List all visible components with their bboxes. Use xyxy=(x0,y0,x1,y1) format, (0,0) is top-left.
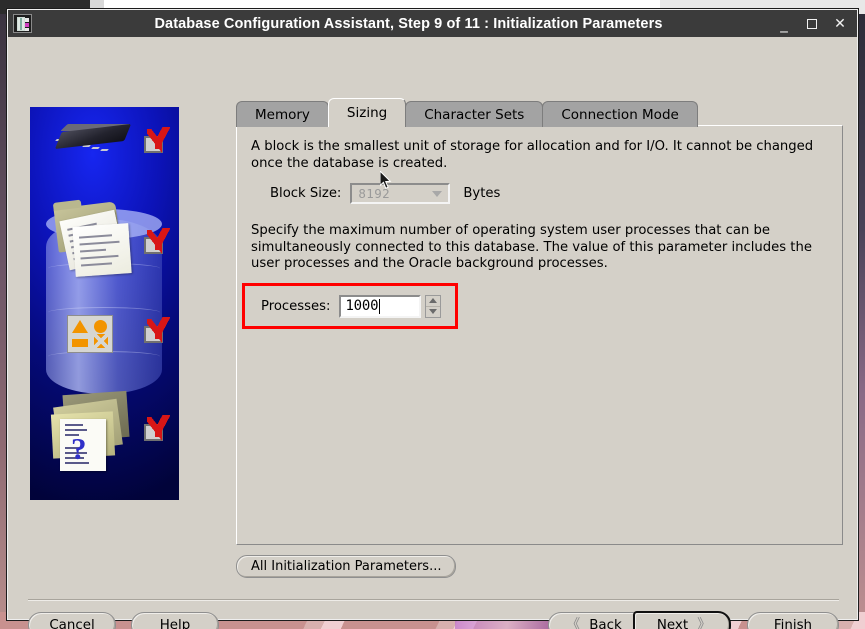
tab-sizing[interactable]: Sizing xyxy=(327,98,407,127)
content-row: ? Memory Sizing Character Sets Connectio… xyxy=(8,37,857,619)
title-bar: Database Configuration Assistant, Step 9… xyxy=(8,10,857,37)
back-button[interactable]: 《 Back xyxy=(548,612,644,629)
sidebar: ? xyxy=(8,37,183,619)
app-icon-square-1 xyxy=(25,18,29,22)
processes-input[interactable]: 1000 xyxy=(339,294,422,318)
desktop-background-right xyxy=(857,14,865,629)
processes-description: Specify the maximum number of operating … xyxy=(251,223,812,271)
next-button-label: Next xyxy=(657,618,688,629)
checkmark-icon-1 xyxy=(144,127,170,153)
window-title: Database Configuration Assistant, Step 9… xyxy=(154,15,663,32)
processes-label: Processes: xyxy=(261,298,331,314)
finish-label-rest: inish xyxy=(780,617,813,629)
tab-sizing-label: Sizing xyxy=(346,105,388,121)
block-size-dropdown: 8192 xyxy=(350,183,451,204)
app-icon-chip xyxy=(17,17,25,31)
finish-button-label: Finish xyxy=(774,618,812,629)
block-size-units: Bytes xyxy=(463,186,501,201)
cross-shape xyxy=(94,334,108,348)
processes-row: Processes: 1000 xyxy=(242,283,458,329)
chevron-right-icon: 》 xyxy=(697,617,712,629)
tab-memory-label: Memory xyxy=(255,106,310,123)
tab-strip: Memory Sizing Character Sets Connection … xyxy=(236,98,698,127)
finish-button[interactable]: Finish xyxy=(747,612,839,629)
tab-character-sets[interactable]: Character Sets xyxy=(405,101,544,127)
app-icon-square-3 xyxy=(25,28,29,31)
question-mark-glyph: ? xyxy=(71,431,87,466)
chevron-left-icon: 《 xyxy=(566,617,581,629)
close-icon[interactable]: ✕ xyxy=(827,12,853,36)
database-creation-illustration: ? xyxy=(30,107,179,500)
maximize-icon[interactable] xyxy=(799,12,825,36)
stepper-up-button[interactable] xyxy=(426,296,441,307)
sizing-panel: A block is the smallest unit of storage … xyxy=(236,125,843,545)
cancel-button[interactable]: Cancel xyxy=(28,612,116,629)
footer-bar: Cancel Help 《 Back Next 》 Finish xyxy=(28,611,839,629)
tab-connection-mode-label: Connection Mode xyxy=(561,106,679,123)
dbca-app-icon xyxy=(13,14,32,33)
tab-character-sets-label: Character Sets xyxy=(424,106,525,123)
chevron-down-icon xyxy=(432,190,443,197)
app-icon-square-2 xyxy=(25,23,29,27)
tab-connection-mode[interactable]: Connection Mode xyxy=(542,101,698,127)
block-size-label: Block Size: xyxy=(270,186,342,201)
bar-shape xyxy=(72,339,88,347)
all-initialization-parameters-button[interactable]: All Initialization Parameters... xyxy=(236,555,457,578)
processes-stepper[interactable] xyxy=(425,294,442,318)
window-body: ? Memory Sizing Character Sets Connectio… xyxy=(8,37,857,629)
minimize-icon[interactable]: _ xyxy=(771,9,797,38)
checkmark-icon-4 xyxy=(144,415,170,441)
stepper-down-button[interactable] xyxy=(426,307,440,317)
right-pane: Memory Sizing Character Sets Connection … xyxy=(183,37,857,619)
tab-memory[interactable]: Memory xyxy=(236,101,329,127)
help-button[interactable]: Help xyxy=(131,612,219,629)
block-size-value: 8192 xyxy=(358,186,391,201)
screen: Database Configuration Assistant, Step 9… xyxy=(0,0,865,629)
cpu-chip-icon xyxy=(54,123,132,153)
caret-down-icon xyxy=(429,309,438,314)
next-button[interactable]: Next 》 xyxy=(633,611,731,629)
next-label-rest: ext xyxy=(666,617,689,629)
window-controls: _ ✕ xyxy=(771,9,853,38)
block-size-description: A block is the smallest unit of storage … xyxy=(251,139,814,171)
all-parameters-wrap: All Initialization Parameters... xyxy=(236,555,457,578)
text-caret xyxy=(379,298,381,314)
checkmark-icon-3 xyxy=(144,317,170,343)
navigation-group: 《 Back Next 》 xyxy=(548,611,731,629)
upper-document-2 xyxy=(72,223,132,277)
block-size-row: Block Size: 8192 Bytes xyxy=(251,183,828,204)
processes-value: 1000 xyxy=(345,298,379,314)
circle-shape xyxy=(94,320,107,333)
checkmark-icon-2 xyxy=(144,228,170,254)
back-button-label: Back xyxy=(589,618,622,629)
footer-divider xyxy=(28,599,839,601)
back-label-rest: ack xyxy=(598,617,622,629)
triangle-shape xyxy=(72,320,88,333)
caret-up-icon xyxy=(429,298,438,303)
question-document-icon: ? xyxy=(60,419,106,471)
schema-objects-icon xyxy=(67,315,113,353)
dbca-window: Database Configuration Assistant, Step 9… xyxy=(7,9,858,629)
